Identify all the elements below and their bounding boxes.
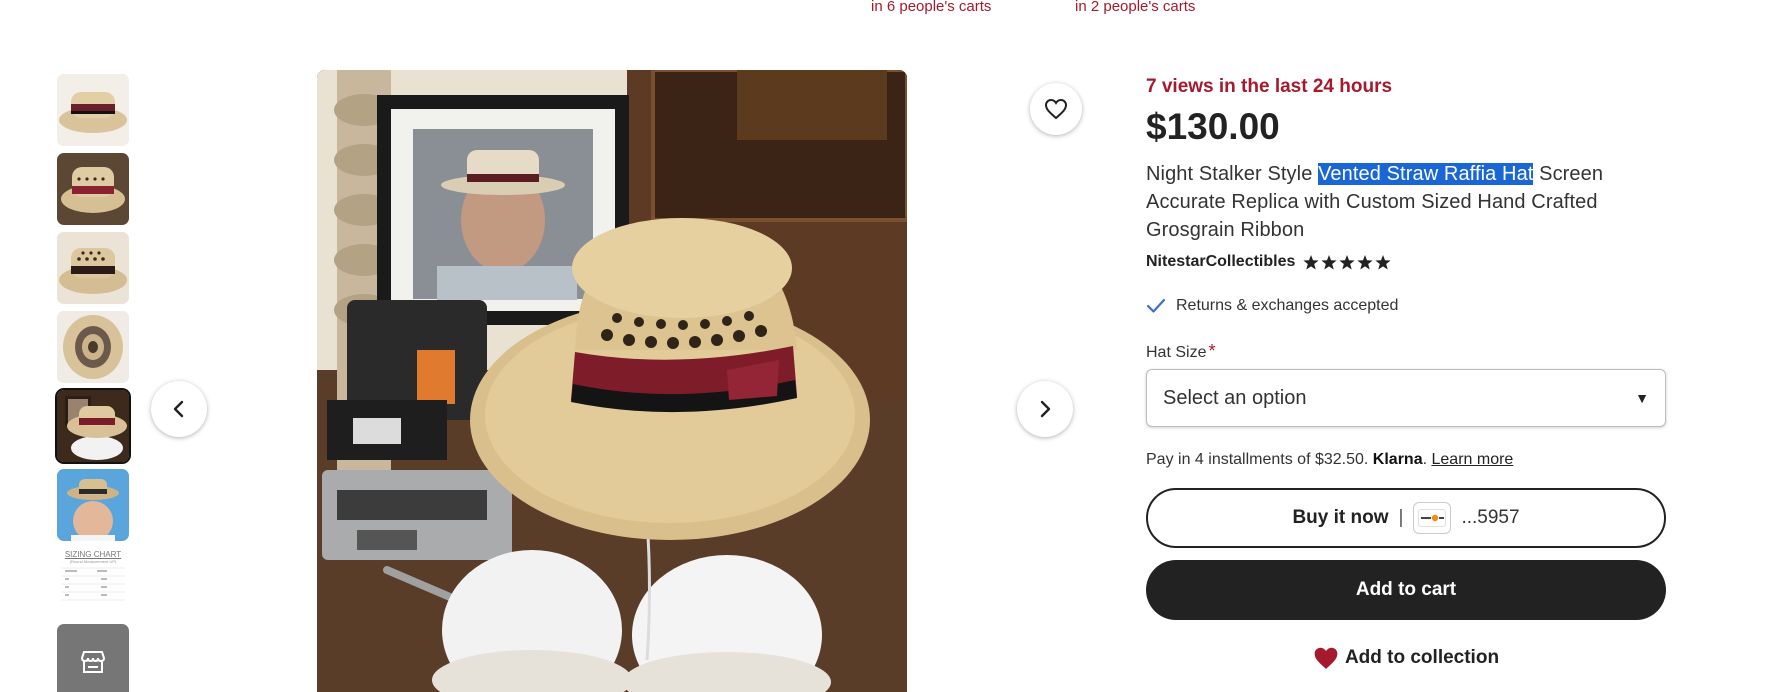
title-text-start: Night Stalker Style bbox=[1146, 163, 1319, 185]
views-notice: 7 views in the last 24 hours bbox=[1146, 76, 1393, 97]
hat-size-label: Hat Size * bbox=[1146, 341, 1215, 362]
title-selected-text: Vented Straw Raffia Hat bbox=[1318, 163, 1534, 185]
thumbnail-1[interactable] bbox=[57, 74, 129, 146]
thumbnail-3[interactable] bbox=[57, 232, 129, 304]
product-title: Night Stalker Style Vented Straw Raffia … bbox=[1146, 160, 1646, 244]
required-marker: * bbox=[1208, 341, 1216, 361]
previous-image-button[interactable] bbox=[151, 381, 207, 437]
heart-filled-icon bbox=[1313, 646, 1339, 670]
checkmark-icon bbox=[1146, 298, 1166, 314]
thumbnail-6[interactable] bbox=[57, 469, 129, 541]
installments-info: Pay in 4 installments of $32.50. Klarna.… bbox=[1146, 451, 1513, 469]
star-icon bbox=[1375, 254, 1391, 269]
chevron-left-icon bbox=[173, 400, 184, 418]
store-thumbnail[interactable] bbox=[57, 624, 129, 692]
thumbnail-5-selected[interactable] bbox=[55, 388, 131, 464]
sizing-chart-title: SIZING CHART bbox=[64, 550, 122, 559]
buy-it-now-label: Buy it now bbox=[1292, 507, 1389, 528]
store-icon bbox=[80, 651, 106, 673]
returns-policy: Returns & exchanges accepted bbox=[1146, 297, 1398, 315]
klarna-brand: Klarna bbox=[1372, 451, 1423, 468]
star-icon bbox=[1321, 254, 1337, 269]
shop-row: NitestarCollectibles bbox=[1146, 253, 1391, 271]
main-product-image[interactable] bbox=[317, 70, 907, 692]
add-to-collection-button[interactable]: Add to collection bbox=[1146, 646, 1666, 670]
chevron-right-icon bbox=[1040, 400, 1051, 418]
discover-card-icon bbox=[1413, 502, 1452, 534]
next-image-button[interactable] bbox=[1017, 381, 1073, 437]
learn-more-link[interactable]: Learn more bbox=[1432, 451, 1514, 468]
add-to-cart-button[interactable]: Add to cart bbox=[1146, 560, 1666, 620]
star-icon bbox=[1357, 254, 1373, 269]
add-to-collection-label: Add to collection bbox=[1344, 647, 1500, 668]
favorite-button[interactable] bbox=[1030, 83, 1082, 135]
star-icon bbox=[1339, 254, 1355, 269]
star-icon bbox=[1303, 254, 1319, 269]
hat-size-select[interactable]: Select an option ▼ bbox=[1146, 369, 1666, 427]
caret-down-icon: ▼ bbox=[1635, 390, 1649, 406]
shop-name-link[interactable]: NitestarCollectibles bbox=[1146, 253, 1295, 271]
product-price: $130.00 bbox=[1146, 106, 1280, 147]
buy-it-now-button[interactable]: Buy it now | ...5957 bbox=[1146, 488, 1666, 548]
rating-stars bbox=[1303, 254, 1391, 270]
carts-count-note: in 6 people's carts bbox=[871, 0, 992, 15]
installments-text: Pay in 4 installments of $32.50. bbox=[1146, 451, 1373, 468]
card-last-digits: ...5957 bbox=[1461, 507, 1520, 528]
returns-text: Returns & exchanges accepted bbox=[1176, 297, 1399, 314]
hat-size-select-value: Select an option bbox=[1163, 386, 1307, 409]
carts-count-note: in 2 people's carts bbox=[1075, 0, 1196, 15]
thumbnail-sizing-chart[interactable]: SIZING CHART (Round Measurement UP) bbox=[57, 548, 129, 620]
hat-size-label-text: Hat Size bbox=[1146, 344, 1207, 361]
sizing-chart-table-graphic bbox=[61, 567, 125, 601]
thumbnail-2[interactable] bbox=[57, 153, 129, 225]
klarna-period: . bbox=[1422, 451, 1428, 468]
thumbnail-4[interactable] bbox=[57, 311, 129, 383]
heart-outline-icon bbox=[1044, 98, 1068, 120]
buy-now-separator: | bbox=[1398, 507, 1404, 528]
